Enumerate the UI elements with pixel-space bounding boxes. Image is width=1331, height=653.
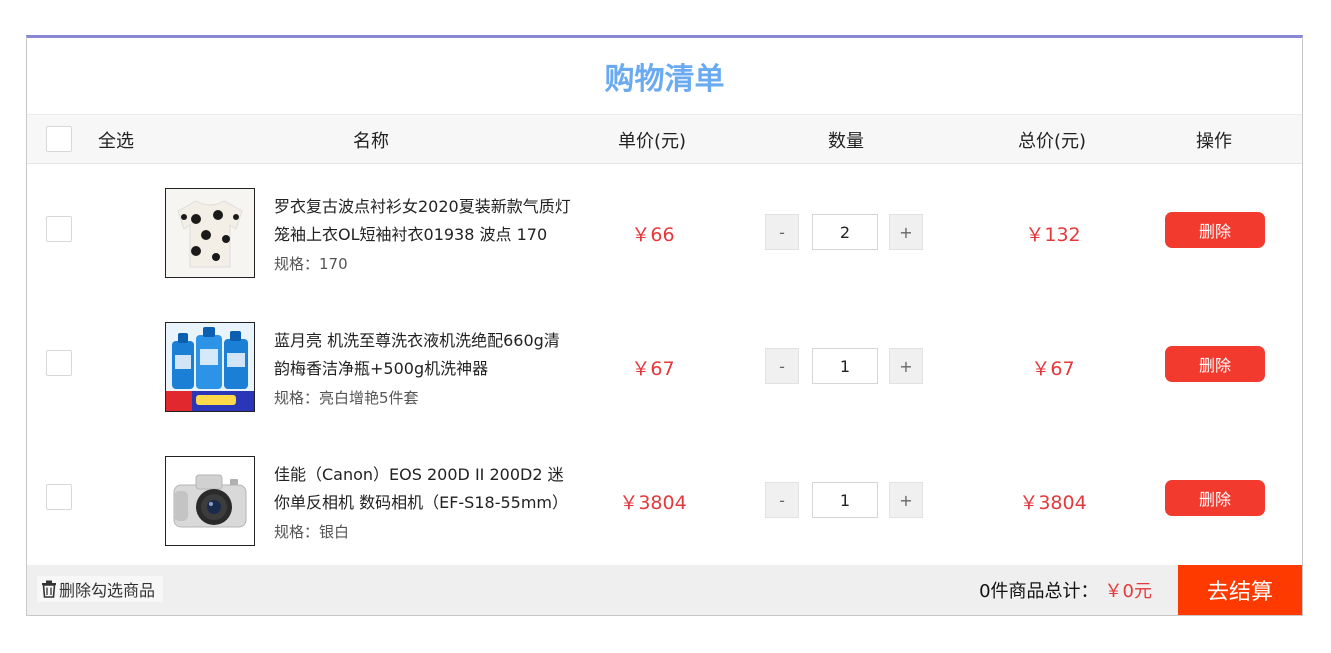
row-total-price: ￥67	[1031, 358, 1075, 380]
quantity-input[interactable]	[812, 214, 878, 250]
camera-thumbnail	[165, 456, 255, 546]
row-total-price: ￥132	[1025, 224, 1081, 246]
increase-quantity-button[interactable]: +	[889, 482, 923, 518]
blouse-thumbnail	[165, 188, 255, 278]
product-name[interactable]: 罗衣复古波点衬衫女2020夏装新款气质灯笼袖上衣OL短袖衬衣01938 波点 1…	[274, 193, 574, 249]
row-checkbox[interactable]	[46, 484, 72, 510]
select-all-checkbox[interactable]	[46, 126, 72, 152]
product-spec: 规格：170	[274, 255, 348, 273]
unit-price: ￥67	[631, 358, 675, 380]
table-header: 全选 名称 单价(元) 数量 总价(元) 操作	[27, 114, 1302, 164]
product-spec: 规格：亮白增艳5件套	[274, 389, 419, 407]
delete-button[interactable]: 删除	[1165, 346, 1265, 382]
product-spec: 规格：银白	[274, 523, 350, 541]
delete-selected-label: 删除勾选商品	[59, 581, 156, 600]
item-count-text: 0件商品总计：	[979, 581, 1099, 602]
product-name[interactable]: 佳能（Canon）EOS 200D II 200D2 迷你单反相机 数码相机（E…	[274, 461, 574, 517]
header-quantity: 数量	[828, 131, 864, 152]
row-checkbox[interactable]	[46, 216, 72, 242]
unit-price: ￥3804	[619, 492, 687, 514]
delete-selected-button[interactable]: 删除勾选商品	[37, 576, 164, 602]
header-unit-price: 单价(元)	[617, 131, 687, 152]
increase-quantity-button[interactable]: +	[889, 348, 923, 384]
cart-summary: 0件商品总计： ￥0元	[979, 565, 1152, 615]
shopping-cart: 购物清单 全选 名称 单价(元) 数量 总价(元) 操作 罗衣复古波点衬衫女20…	[26, 35, 1303, 616]
decrease-quantity-button[interactable]: -	[765, 214, 799, 250]
table-row: 罗衣复古波点衬衫女2020夏装新款气质灯笼袖上衣OL短袖衬衣01938 波点 1…	[27, 165, 1302, 299]
trash-icon	[42, 580, 56, 598]
grand-total: ￥0元	[1104, 581, 1152, 602]
cart-footer: 删除勾选商品 0件商品总计： ￥0元 去结算	[27, 565, 1302, 615]
checkout-button[interactable]: 去结算	[1178, 565, 1302, 615]
header-action: 操作	[1196, 131, 1232, 152]
header-name: 名称	[353, 131, 389, 152]
row-checkbox[interactable]	[46, 350, 72, 376]
page-title: 购物清单	[604, 62, 725, 97]
delete-button[interactable]: 删除	[1165, 480, 1265, 516]
header-total-price: 总价(元)	[1017, 131, 1087, 152]
table-row: 佳能（Canon）EOS 200D II 200D2 迷你单反相机 数码相机（E…	[27, 433, 1302, 567]
row-total-price: ￥3804	[1019, 492, 1087, 514]
detergent-thumbnail	[165, 322, 255, 412]
table-row: 蓝月亮 机洗至尊洗衣液机洗绝配660g清韵梅香洁净瓶+500g机洗神器 规格：亮…	[27, 299, 1302, 433]
quantity-input[interactable]	[812, 348, 878, 384]
decrease-quantity-button[interactable]: -	[765, 482, 799, 518]
increase-quantity-button[interactable]: +	[889, 214, 923, 250]
delete-button[interactable]: 删除	[1165, 212, 1265, 248]
quantity-input[interactable]	[812, 482, 878, 518]
product-name[interactable]: 蓝月亮 机洗至尊洗衣液机洗绝配660g清韵梅香洁净瓶+500g机洗神器	[274, 327, 574, 383]
select-all-label: 全选	[98, 131, 134, 152]
decrease-quantity-button[interactable]: -	[765, 348, 799, 384]
unit-price: ￥66	[631, 224, 675, 246]
